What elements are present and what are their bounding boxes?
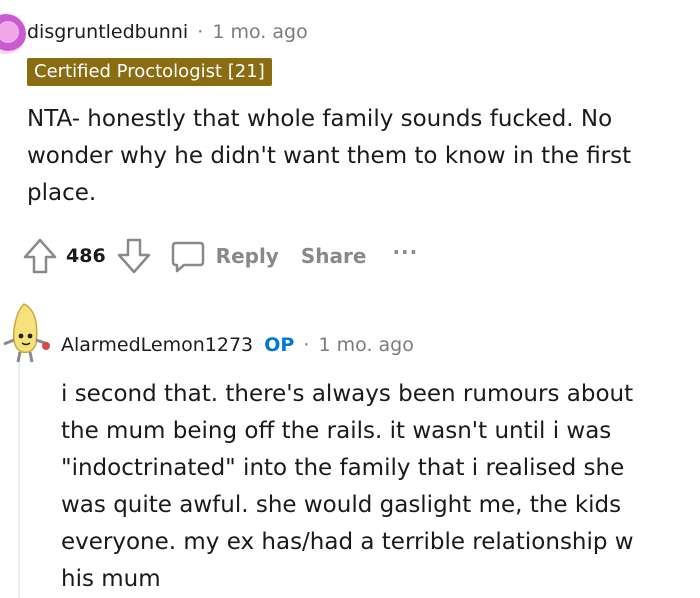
upvote-arrow-icon[interactable] <box>22 236 58 276</box>
comment-body-line: everyone. my ex has/had a terrible relat… <box>61 529 634 555</box>
comment-body-line: his mum <box>61 566 161 592</box>
user-avatar[interactable] <box>0 300 52 370</box>
comment-body-line: NTA- honestly that whole family sounds f… <box>27 106 613 132</box>
timestamp-link[interactable]: 1 mo. ago <box>212 21 307 43</box>
comment-header: disgruntledbunni · 1 mo. ago <box>27 21 308 43</box>
user-flair: Certified Proctologist [21] <box>27 58 272 86</box>
username-link[interactable]: disgruntledbunni <box>27 21 188 43</box>
comment-body-line: i second that. there's always been rumou… <box>61 381 634 407</box>
share-button[interactable]: Share <box>301 244 367 268</box>
timestamp-link[interactable]: 1 mo. ago <box>319 334 414 356</box>
comment-body-line: was quite awful. she would gaslight me, … <box>61 492 622 518</box>
separator-dot: · <box>303 334 310 356</box>
comment-body: i second that. there's always been rumou… <box>61 376 634 598</box>
username-link[interactable]: AlarmedLemon1273 <box>61 334 253 356</box>
thread-line[interactable] <box>18 345 20 598</box>
comment-actions: 486 Reply Share ··· <box>22 234 418 278</box>
comment-header: AlarmedLemon1273 OP · 1 mo. ago <box>61 334 414 356</box>
reply-label: Reply <box>215 244 279 268</box>
comment-body-line: place. <box>27 180 97 206</box>
separator-dot: · <box>197 21 204 43</box>
speech-bubble-icon <box>170 238 206 274</box>
reply-button[interactable]: Reply <box>170 238 279 274</box>
downvote-arrow-icon[interactable] <box>116 236 152 276</box>
vote-score: 486 <box>66 245 106 267</box>
comment-body-line: "indoctrinated" into the family that i r… <box>61 455 625 481</box>
comment-body-line: the mum being off the rails. it wasn't u… <box>61 418 612 444</box>
comment-body: NTA- honestly that whole family sounds f… <box>27 101 631 212</box>
comment-body-line: wonder why he didn't want them to know i… <box>27 143 632 169</box>
ellipsis-icon[interactable]: ··· <box>392 240 418 264</box>
user-avatar[interactable] <box>0 14 26 54</box>
op-badge: OP <box>264 334 295 356</box>
